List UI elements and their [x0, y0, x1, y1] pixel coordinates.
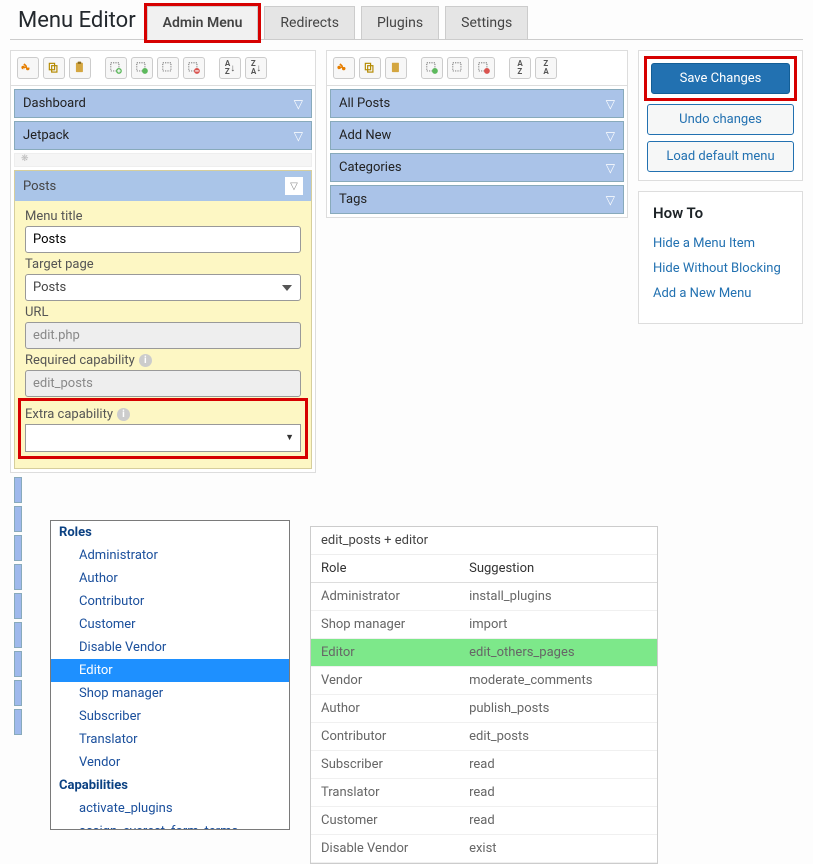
url-label: URL: [25, 305, 301, 320]
dropdown-option[interactable]: activate_plugins: [51, 797, 289, 820]
menu-separator[interactable]: [14, 153, 312, 167]
table-row[interactable]: Authorpublish_posts: [311, 695, 657, 723]
table-row[interactable]: Customerread: [311, 807, 657, 835]
suggestion-header: edit_posts + editor: [311, 527, 657, 555]
page-title: Menu Editor: [10, 8, 144, 39]
submenu-item[interactable]: Categories ▽: [330, 153, 624, 182]
cut-icon[interactable]: [333, 57, 355, 79]
info-icon[interactable]: i: [139, 354, 152, 367]
hide-menu-icon[interactable]: [131, 57, 153, 79]
info-icon[interactable]: i: [117, 408, 130, 421]
menu-edit-panel: Posts ▽ Menu title Target page Posts URL…: [14, 170, 312, 469]
howto-link[interactable]: Hide a Menu Item: [653, 236, 788, 251]
cut-icon[interactable]: [17, 57, 39, 79]
table-row[interactable]: Editoredit_others_pages: [311, 639, 657, 667]
table-row[interactable]: Shop managerimport: [311, 611, 657, 639]
dropdown-option[interactable]: Subscriber: [51, 705, 289, 728]
howto-link[interactable]: Add a New Menu: [653, 286, 788, 301]
sort-az-icon[interactable]: AZ↓: [219, 57, 241, 79]
edit-panel-title: Posts: [23, 179, 56, 194]
delete-menu-icon[interactable]: [183, 57, 205, 79]
tab-redirects[interactable]: Redirects: [264, 6, 355, 40]
dropdown-option[interactable]: Contributor: [51, 590, 289, 613]
menu-title-label: Menu title: [25, 209, 301, 224]
tab-admin-menu[interactable]: Admin Menu: [147, 6, 259, 40]
dropdown-option[interactable]: Shop manager: [51, 682, 289, 705]
menu-item-dashboard[interactable]: Dashboard ▽: [14, 89, 312, 118]
dropdown-option[interactable]: Vendor: [51, 751, 289, 774]
menu-item-jetpack[interactable]: Jetpack ▽: [14, 121, 312, 150]
howto-link[interactable]: Hide Without Blocking: [653, 261, 788, 276]
table-row[interactable]: Subscriberread: [311, 751, 657, 779]
chevron-down-icon: ▽: [606, 97, 615, 111]
tab-plugins[interactable]: Plugins: [361, 6, 439, 40]
collapse-icon[interactable]: ▽: [285, 177, 303, 195]
col-role: Role: [311, 555, 459, 583]
suggestion-panel: edit_posts + editor RoleSuggestion Admin…: [310, 526, 658, 864]
chevron-down-icon: ▽: [294, 97, 303, 111]
menu-item-label: Dashboard: [23, 96, 86, 111]
paste-icon[interactable]: [385, 57, 407, 79]
target-page-label: Target page: [25, 257, 301, 272]
submenu-column: AZ ZA All Posts ▽ Add New ▽ Categories ▽ Ta…: [326, 50, 628, 218]
url-input: [25, 322, 301, 349]
tab-settings[interactable]: Settings: [445, 6, 528, 40]
dropdown-option[interactable]: Administrator: [51, 544, 289, 567]
sort-za-icon[interactable]: ZA↓: [245, 57, 267, 79]
target-page-select[interactable]: Posts: [25, 274, 301, 301]
submenu-label: Tags: [339, 192, 367, 207]
howto-box: How To Hide a Menu Item Hide Without Blo…: [638, 191, 803, 324]
capability-dropdown[interactable]: Roles Administrator Author Contributor C…: [50, 520, 290, 830]
chevron-down-icon: ▽: [606, 129, 615, 143]
delete-submenu-icon[interactable]: [473, 57, 495, 79]
required-capability-label: Required capabilityi: [25, 353, 301, 368]
left-column: AZ↓ ZA↓ Dashboard ▽ Jetpack ▽ Posts ▽ Menu…: [10, 50, 316, 473]
table-row[interactable]: Contributoredit_posts: [311, 723, 657, 751]
menu-title-input[interactable]: [25, 226, 301, 253]
copy-icon[interactable]: [43, 57, 65, 79]
table-row[interactable]: Administratorinstall_plugins: [311, 583, 657, 611]
new-menu-icon[interactable]: [105, 57, 127, 79]
chevron-down-icon: ▽: [606, 161, 615, 175]
chevron-down-icon: ▽: [294, 129, 303, 143]
extra-capability-label: Extra capabilityi: [25, 407, 301, 422]
left-toolbar: AZ↓ ZA↓: [11, 51, 315, 86]
hide-submenu-icon[interactable]: [447, 57, 469, 79]
extra-capability-select[interactable]: [25, 424, 301, 452]
chevron-down-icon: ▽: [606, 193, 615, 207]
new-submenu-icon[interactable]: [421, 57, 443, 79]
dropdown-option[interactable]: Customer: [51, 613, 289, 636]
col-suggestion: Suggestion: [459, 555, 657, 583]
separator-icon[interactable]: [157, 57, 179, 79]
howto-title: How To: [653, 204, 788, 222]
dropdown-option[interactable]: Translator: [51, 728, 289, 751]
menu-item-label: Jetpack: [23, 128, 69, 143]
submenu-label: All Posts: [339, 96, 390, 111]
table-row[interactable]: Disable Vendorexist: [311, 835, 657, 863]
submenu-label: Categories: [339, 160, 402, 175]
load-default-button[interactable]: Load default menu: [647, 141, 794, 172]
sort-az-icon[interactable]: AZ: [509, 57, 531, 79]
submenu-toolbar: AZ ZA: [327, 51, 627, 86]
dropdown-option[interactable]: Disable Vendor: [51, 636, 289, 659]
submenu-item[interactable]: Tags ▽: [330, 185, 624, 214]
table-row[interactable]: Translatorread: [311, 779, 657, 807]
submenu-item[interactable]: All Posts ▽: [330, 89, 624, 118]
save-button[interactable]: Save Changes: [651, 63, 790, 94]
copy-icon[interactable]: [359, 57, 381, 79]
submenu-item[interactable]: Add New ▽: [330, 121, 624, 150]
undo-button[interactable]: Undo changes: [647, 104, 794, 135]
required-capability-input: [25, 370, 301, 397]
dropdown-group: Roles: [51, 521, 289, 544]
sort-za-icon[interactable]: ZA: [535, 57, 557, 79]
dropdown-option-editor[interactable]: Editor: [51, 659, 289, 682]
dropdown-group: Capabilities: [51, 774, 289, 797]
dropdown-option[interactable]: assign_everest_form_terms: [51, 820, 289, 830]
table-row[interactable]: Vendormoderate_comments: [311, 667, 657, 695]
submenu-label: Add New: [339, 128, 391, 143]
paste-icon[interactable]: [69, 57, 91, 79]
dropdown-option[interactable]: Author: [51, 567, 289, 590]
